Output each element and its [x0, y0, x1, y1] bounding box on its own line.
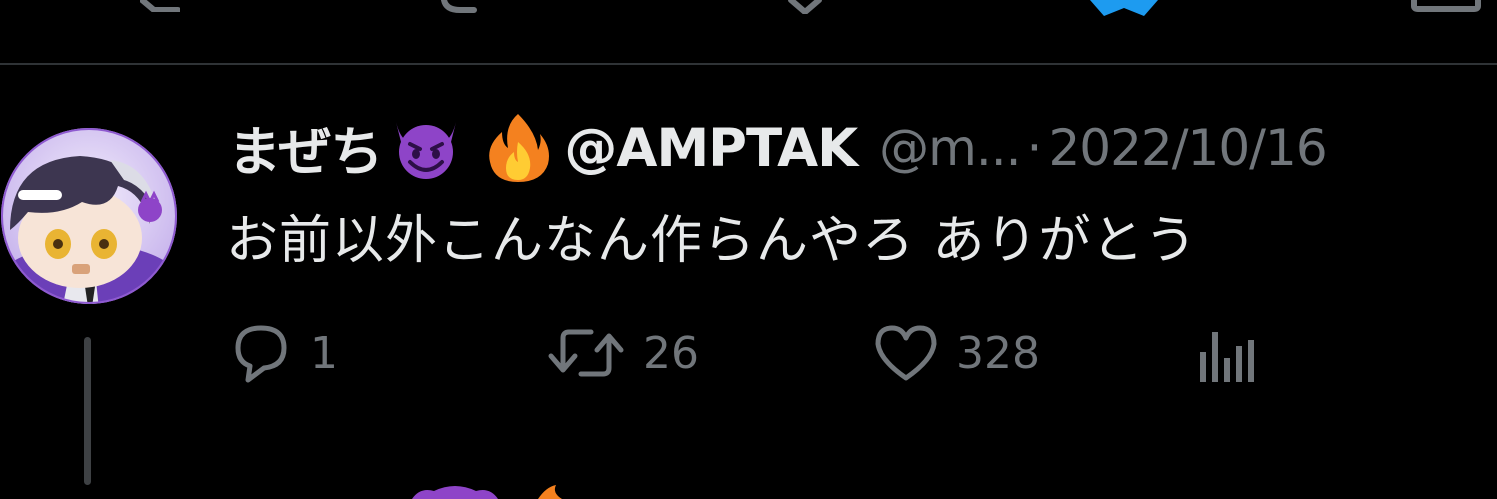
share-icon[interactable] [1410, 0, 1482, 12]
analytics-icon [1200, 332, 1254, 382]
retweet-button[interactable]: 26 [545, 318, 699, 388]
tweet-actions: 1 26 328 [0, 318, 1497, 388]
fire-emoji [489, 114, 550, 182]
like-icon [875, 325, 937, 381]
display-name[interactable]: まぜち [228, 110, 383, 186]
separator-dot: · [1026, 119, 1043, 177]
avatar[interactable] [0, 120, 178, 312]
next-tweet-imp-emoji [412, 486, 498, 499]
bookmark-icon[interactable] [1088, 0, 1160, 16]
smiling-imp-emoji [396, 122, 457, 179]
like-icon[interactable] [785, 0, 825, 14]
name-suffix[interactable]: @AMPTAK [564, 118, 858, 179]
reply-button[interactable]: 1 [228, 318, 338, 388]
reply-count: 1 [310, 327, 338, 379]
tweet-header: まぜち @AMPTAK @m... · 2022/10/16 [228, 110, 1328, 186]
retweet-icon [548, 329, 624, 377]
next-tweet-fire-emoji [538, 485, 562, 499]
analytics-button[interactable] [1196, 318, 1256, 388]
reply-icon [235, 325, 287, 383]
previous-tweet-action-bar [0, 0, 1497, 62]
tweet-text: お前以外こんなん作らんやろ ありがとう [226, 211, 1198, 271]
like-button[interactable]: 328 [872, 318, 1040, 388]
tweet-divider [0, 63, 1497, 65]
reply-icon[interactable] [140, 0, 180, 12]
retweet-count: 26 [643, 327, 699, 379]
retweet-icon[interactable] [440, 0, 480, 14]
like-count: 328 [956, 327, 1040, 379]
timestamp[interactable]: 2022/10/16 [1048, 119, 1327, 177]
handle[interactable]: @m... [879, 119, 1021, 177]
